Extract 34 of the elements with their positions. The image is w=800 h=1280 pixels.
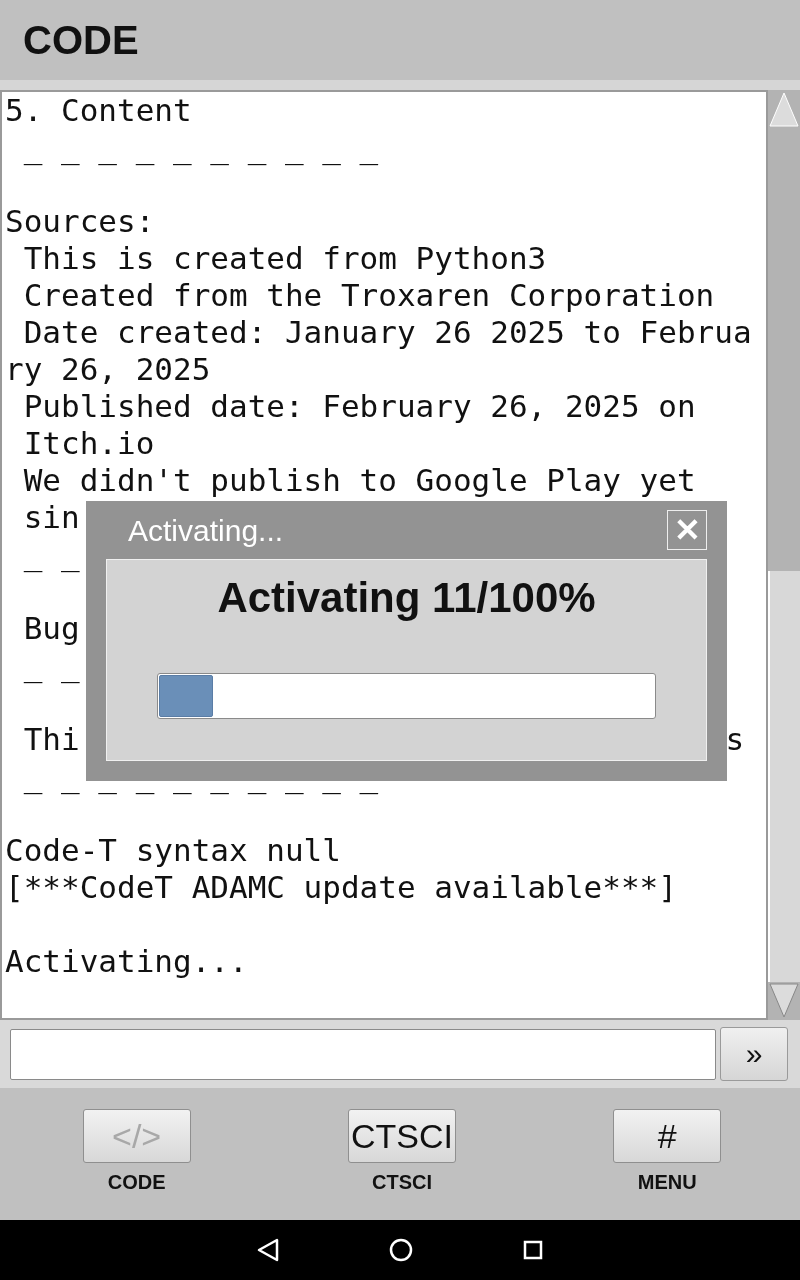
console-line: Itch.io	[22, 425, 155, 461]
home-icon[interactable]	[389, 1238, 413, 1262]
console-line: This is created from Python3	[22, 240, 547, 276]
console-line: Sources:	[5, 203, 155, 239]
console-line: We didn't publish to Google Play yet	[22, 462, 696, 498]
command-input[interactable]	[10, 1028, 716, 1080]
console-line: Code-T syntax null	[5, 832, 341, 868]
console-line: Bug	[22, 610, 80, 646]
toolbar-label: CODE	[107, 1170, 166, 1195]
console-line: ry 26, 2025	[5, 351, 211, 387]
back-icon[interactable]	[257, 1238, 279, 1262]
recents-icon[interactable]	[523, 1240, 543, 1260]
progress-heading: Activating 11/100%	[217, 573, 596, 623]
scrollbar[interactable]	[768, 90, 800, 1020]
console-line: _ _ _ _ _ _ _ _ _ _	[22, 129, 379, 165]
console-line: s	[725, 721, 745, 758]
toolbar-button[interactable]: CTSCI	[348, 1109, 456, 1163]
toolbar-button[interactable]: #	[613, 1109, 722, 1163]
console-line: Thi	[22, 721, 80, 757]
console-line: _ _	[22, 536, 80, 572]
dialog-title: Activating...	[128, 512, 284, 549]
console-line: _ _	[22, 647, 80, 683]
toolbar-label: CTSCI	[372, 1170, 432, 1195]
console-line: Published date: February 26, 2025 on	[22, 388, 696, 424]
console-line: Date created: January 26 2025 to Februa	[22, 314, 752, 350]
console-line: _ _ _ _ _ _ _ _ _ _	[22, 758, 379, 794]
app-title: CODE	[23, 17, 139, 64]
send-button[interactable]: »	[720, 1027, 788, 1081]
console-line: Activating...	[5, 943, 248, 979]
toolbar-label: MENU	[637, 1170, 697, 1195]
console-line: Created from the Troxaren Corporation	[22, 277, 715, 313]
console-line: 5. Content	[5, 92, 192, 128]
console-line: sin	[22, 499, 80, 535]
console-line: [***CodeT ADAMC update available***]	[5, 869, 677, 905]
